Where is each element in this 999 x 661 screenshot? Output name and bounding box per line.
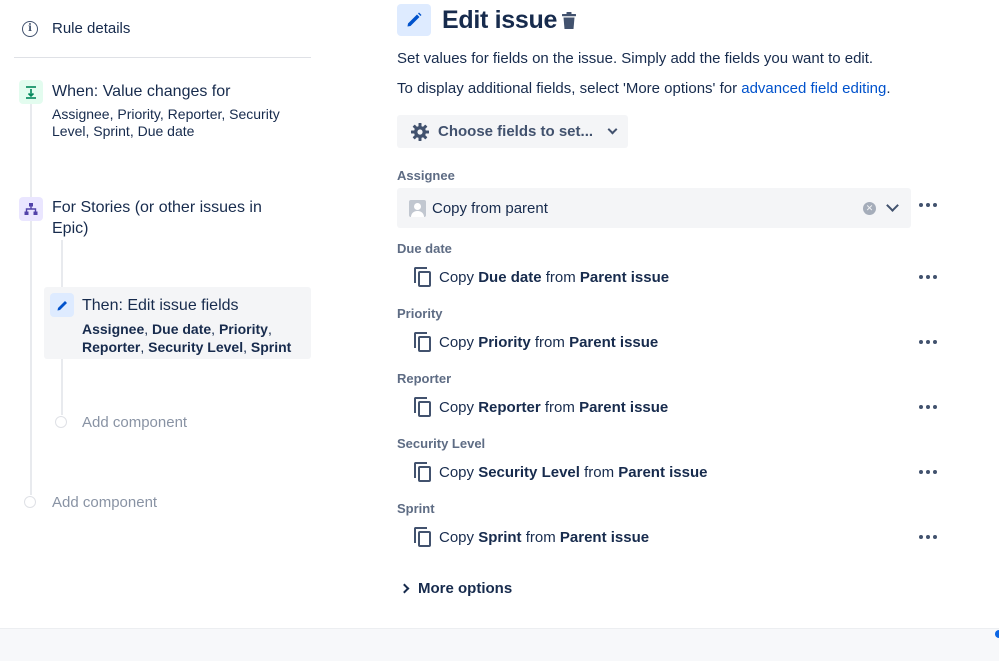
- more-icon[interactable]: [919, 340, 937, 344]
- security-level-label: Security Level: [397, 436, 486, 451]
- rule-sidebar: i Rule details When: Value changes for A…: [0, 0, 330, 628]
- trigger-icon: [19, 80, 43, 104]
- copy-field-name: Sprint: [478, 528, 522, 546]
- due-date-copy-value[interactable]: Copy Due date from Parent issue: [414, 267, 669, 287]
- action-field: Priority: [218, 321, 268, 337]
- copy-source: Parent issue: [559, 528, 650, 546]
- clear-icon[interactable]: ✕: [863, 202, 876, 215]
- copy-field-name: Due date: [478, 268, 542, 286]
- choose-fields-label: Choose fields to set...: [438, 123, 594, 140]
- pencil-icon: [50, 293, 74, 317]
- sidebar-divider: [14, 57, 311, 58]
- rule-details-label: Rule details: [52, 20, 131, 37]
- copy-icon: [414, 332, 432, 352]
- reporter-copy-value[interactable]: Copy Reporter from Parent issue: [414, 397, 668, 417]
- help-icon[interactable]: [995, 630, 999, 638]
- editor-description: Set values for fields on the issue. Simp…: [397, 50, 874, 67]
- advanced-editing-suffix: .: [886, 80, 891, 97]
- reporter-label: Reporter: [397, 371, 452, 386]
- add-component-branch-button[interactable]: Add component: [82, 414, 187, 431]
- assignee-select[interactable]: Copy from parent ✕: [397, 188, 911, 228]
- from-word: from: [534, 333, 565, 351]
- action-field: Reporter: [82, 339, 141, 355]
- copy-word: Copy: [439, 333, 475, 351]
- copy-field-name: Priority: [478, 333, 531, 351]
- trigger-fields[interactable]: Assignee, Priority, Reporter, Security L…: [52, 106, 312, 140]
- copy-source: Parent issue: [569, 333, 659, 351]
- more-icon[interactable]: [919, 470, 937, 474]
- add-component-dot: [24, 496, 36, 508]
- copy-word: Copy: [439, 528, 475, 546]
- copy-source: Parent issue: [579, 398, 669, 416]
- chevron-right-icon: [399, 583, 410, 594]
- info-icon: i: [22, 20, 38, 37]
- more-options-toggle[interactable]: More options: [399, 580, 513, 597]
- rule-details-link[interactable]: i Rule details: [22, 20, 130, 37]
- copy-source: Parent issue: [579, 268, 670, 286]
- branch-icon: [19, 197, 43, 221]
- more-icon[interactable]: [919, 203, 937, 207]
- copy-icon: [414, 397, 432, 417]
- assignee-selected-value: Copy from parent: [432, 199, 548, 217]
- copy-icon: [414, 267, 432, 287]
- more-icon[interactable]: [919, 275, 937, 279]
- sprint-copy-value[interactable]: Copy Sprint from Parent issue: [414, 527, 649, 547]
- advanced-field-editing-link[interactable]: advanced field editing: [741, 80, 886, 97]
- copy-icon: [414, 527, 432, 547]
- copy-field-name: Security Level: [478, 463, 580, 481]
- security-level-copy-value[interactable]: Copy Security Level from Parent issue: [414, 462, 707, 482]
- add-component-dot: [55, 416, 67, 428]
- advanced-editing-hint: To display additional fields, select 'Mo…: [397, 80, 891, 97]
- copy-source: Parent issue: [618, 463, 708, 481]
- action-field: Assignee: [82, 321, 145, 337]
- choose-fields-button[interactable]: Choose fields to set...: [397, 115, 628, 148]
- sprint-label: Sprint: [397, 501, 435, 516]
- action-field: Due date: [152, 321, 212, 337]
- from-word: from: [584, 463, 615, 481]
- user-avatar-icon: [409, 199, 426, 217]
- from-word: from: [544, 398, 575, 416]
- more-icon[interactable]: [919, 535, 937, 539]
- chevron-down-icon[interactable]: [886, 199, 899, 212]
- flow-connector-main: [30, 100, 32, 495]
- copy-word: Copy: [439, 268, 475, 286]
- branch-title[interactable]: For Stories (or other issues in Epic): [52, 197, 302, 239]
- more-icon[interactable]: [919, 405, 937, 409]
- copy-icon: [414, 462, 432, 482]
- copy-word: Copy: [439, 398, 475, 416]
- priority-copy-value[interactable]: Copy Priority from Parent issue: [414, 332, 658, 352]
- copy-word: Copy: [439, 463, 475, 481]
- pencil-icon: [397, 4, 431, 36]
- advanced-editing-prefix: To display additional fields, select 'Mo…: [397, 80, 742, 97]
- copy-field-name: Reporter: [478, 398, 541, 416]
- action-field: Sprint: [250, 339, 292, 355]
- priority-label: Priority: [397, 306, 443, 321]
- action-title[interactable]: Then: Edit issue fields: [82, 297, 239, 315]
- trigger-title[interactable]: When: Value changes for: [52, 83, 230, 101]
- footer-bar: [0, 628, 999, 661]
- from-word: from: [525, 528, 556, 546]
- chevron-down-icon: [607, 124, 618, 135]
- from-word: from: [545, 268, 576, 286]
- action-fields[interactable]: Assignee, Due date, Priority, Reporter, …: [82, 320, 310, 356]
- assignee-label: Assignee: [397, 168, 455, 183]
- page-title: Edit issue: [442, 6, 558, 34]
- due-date-label: Due date: [397, 241, 452, 256]
- add-component-rule-button[interactable]: Add component: [52, 494, 157, 511]
- trash-icon[interactable]: [558, 10, 580, 32]
- action-field: Security Level: [148, 339, 244, 355]
- more-options-label: More options: [418, 580, 513, 597]
- gear-icon: [411, 122, 429, 141]
